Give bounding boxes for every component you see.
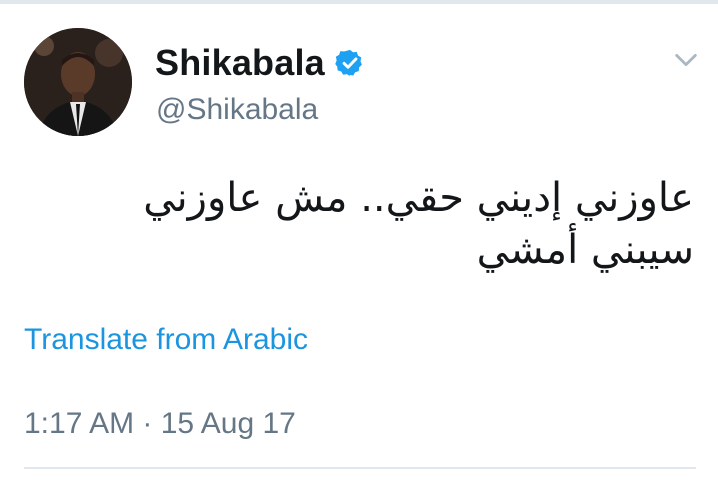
avatar[interactable] — [24, 28, 132, 136]
tweet-text: عاوزني إديني حقي.. مش عاوزني سيبني أمشي — [143, 175, 694, 273]
bottom-divider — [24, 467, 696, 469]
translate-link[interactable]: Translate from Arabic — [24, 323, 308, 357]
author-handle[interactable]: @Shikabala — [156, 93, 318, 127]
top-divider — [0, 0, 718, 4]
avatar-photo — [24, 28, 132, 136]
author-row: Shikabala — [155, 42, 365, 84]
author-name[interactable]: Shikabala — [155, 42, 325, 84]
verified-badge-icon — [335, 49, 362, 77]
chevron-down-icon[interactable] — [672, 46, 700, 74]
tweet-timestamp[interactable]: 1:17 AM · 15 Aug 17 — [24, 407, 296, 441]
